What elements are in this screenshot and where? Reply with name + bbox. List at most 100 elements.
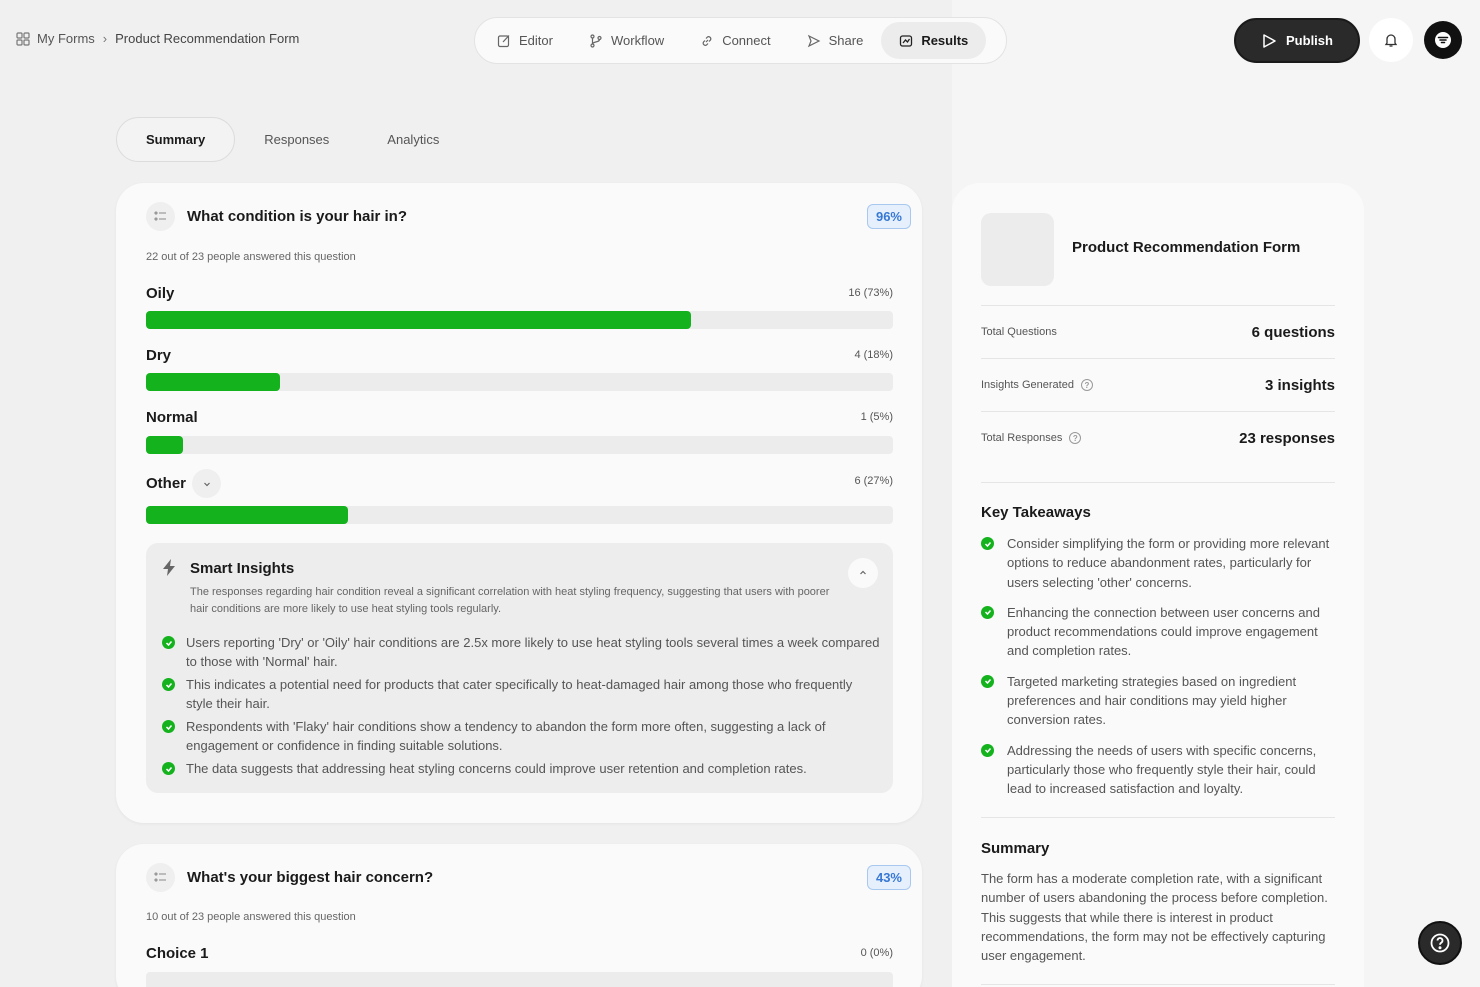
stat-value: 23 responses — [1239, 429, 1335, 447]
stat-label-text: Total Responses — [981, 432, 1063, 444]
divider — [981, 482, 1335, 483]
bolt-icon — [163, 559, 175, 576]
tab-responses[interactable]: Responses — [235, 117, 358, 162]
insight-text: The data suggests that addressing heat s… — [186, 761, 807, 776]
stat-label: Total Responses? — [981, 432, 1082, 444]
option-count: 16 (73%) — [848, 287, 893, 299]
form-thumbnail — [981, 213, 1054, 286]
summary-text: The form has a moderate completion rate,… — [981, 871, 1328, 964]
nav-share[interactable]: Share — [789, 22, 882, 59]
option-row: Normal 1 (5%) — [146, 409, 893, 454]
brand-logo-icon — [1435, 32, 1451, 48]
check-icon — [981, 743, 994, 757]
check-icon — [162, 678, 175, 691]
collapse-insights-button[interactable] — [848, 558, 878, 588]
stat-label-text: Total Questions — [981, 326, 1057, 338]
option-row: Dry 4 (18%) — [146, 347, 893, 391]
list-item: Respondents with 'Flaky' hair conditions… — [162, 717, 882, 755]
takeaways-list: Consider simplifying the form or providi… — [981, 534, 1335, 810]
question-title: What condition is your hair in? — [187, 208, 407, 225]
nav-share-label: Share — [828, 33, 864, 48]
breadcrumb: My Forms › Product Recommendation Form — [16, 31, 299, 46]
list-icon — [146, 863, 175, 892]
link-icon — [702, 35, 712, 46]
play-icon — [1263, 33, 1276, 48]
nav-editor-label: Editor — [519, 33, 553, 48]
tab-analytics[interactable]: Analytics — [358, 117, 468, 162]
divider — [981, 817, 1335, 818]
nav-workflow-label: Workflow — [610, 33, 665, 48]
nav-connect[interactable]: Connect — [682, 22, 788, 59]
option-bar-fill — [146, 506, 348, 524]
stat-label-text: Insights Generated — [981, 379, 1074, 391]
option-bar-fill — [146, 373, 281, 391]
nav-editor[interactable]: Editor — [479, 22, 571, 59]
list-item: Users reporting 'Dry' or 'Oily' hair con… — [162, 633, 882, 671]
option-label: Other — [146, 475, 187, 492]
nav-results[interactable]: Results — [881, 22, 987, 59]
send-icon — [807, 34, 820, 47]
notifications-button[interactable] — [1369, 18, 1413, 62]
publish-label: Publish — [1286, 33, 1333, 48]
option-count: 0 (0%) — [860, 947, 893, 959]
breadcrumb-root[interactable]: My Forms — [37, 31, 95, 46]
response-rate-badge: 96% — [866, 204, 911, 229]
list-item: Enhancing the connection between user co… — [981, 603, 1335, 661]
option-count: 6 (27%) — [854, 475, 893, 487]
form-title: Product Recommendation Form — [1072, 239, 1301, 256]
check-icon — [981, 605, 994, 619]
option-count: 1 (5%) — [860, 411, 893, 423]
nav-workflow[interactable]: Workflow — [571, 22, 682, 59]
chevron-down-icon — [203, 482, 210, 486]
nav-connect-label: Connect — [722, 33, 771, 48]
help-button[interactable] — [1418, 921, 1462, 965]
list-item: Addressing the needs of users with speci… — [981, 741, 1335, 799]
bell-icon — [1384, 34, 1398, 47]
insight-text: Respondents with 'Flaky' hair conditions… — [186, 719, 826, 753]
takeaway-text: Targeted marketing strategies based on i… — [1007, 673, 1297, 728]
stat-row: Insights Generated? 3 insights — [981, 358, 1335, 411]
help-circle-icon[interactable]: ? — [1069, 432, 1082, 444]
breadcrumb-current: Product Recommendation Form — [115, 31, 300, 46]
publish-button[interactable]: Publish — [1234, 18, 1360, 63]
account-avatar[interactable] — [1424, 21, 1462, 59]
top-nav: Editor Workflow Connect Share Results — [474, 17, 1007, 64]
grid-icon — [16, 31, 30, 46]
stat-value: 6 questions — [1251, 323, 1335, 341]
branch-icon — [590, 33, 602, 48]
response-rate-badge: 43% — [866, 865, 911, 890]
option-bar — [146, 373, 893, 391]
results-icon — [900, 34, 913, 47]
edit-icon — [497, 34, 510, 47]
check-icon — [162, 762, 175, 775]
help-circle-icon[interactable]: ? — [1080, 379, 1093, 391]
list-item: The data suggests that addressing heat s… — [162, 759, 882, 778]
option-bar — [146, 311, 893, 329]
stat-label: Insights Generated? — [981, 379, 1093, 391]
stat-row: Total Responses? 23 responses — [981, 411, 1335, 464]
smart-insights-description: The responses regarding hair condition r… — [190, 586, 830, 615]
expand-other-button[interactable] — [192, 469, 222, 498]
option-label: Dry — [146, 347, 172, 364]
option-bar — [146, 972, 893, 987]
check-icon — [981, 537, 994, 550]
option-label: Choice 1 — [146, 945, 209, 962]
chevron-up-icon — [860, 570, 866, 575]
list-item: This indicates a potential need for prod… — [162, 675, 882, 713]
tab-summary[interactable]: Summary — [116, 117, 236, 162]
option-row: Other 6 (27%) — [146, 469, 893, 524]
question-card: What condition is your hair in? 96% 22 o… — [116, 183, 922, 823]
option-row: Oily 16 (73%) — [146, 285, 893, 329]
option-label-row: Other — [146, 469, 893, 498]
option-bar-fill — [146, 436, 184, 454]
answered-count: 10 out of 23 people answered this questi… — [146, 911, 356, 923]
chevron-right-icon: › — [102, 31, 108, 46]
option-label: Oily — [146, 285, 175, 302]
insight-text: This indicates a potential need for prod… — [186, 677, 853, 711]
takeaway-text: Enhancing the connection between user co… — [1007, 604, 1320, 659]
insight-text: Users reporting 'Dry' or 'Oily' hair con… — [186, 635, 880, 669]
insights-list: Users reporting 'Dry' or 'Oily' hair con… — [162, 633, 882, 782]
nav-results-label: Results — [921, 33, 969, 48]
question-title: What's your biggest hair concern? — [187, 869, 434, 886]
option-label: Normal — [146, 409, 198, 426]
